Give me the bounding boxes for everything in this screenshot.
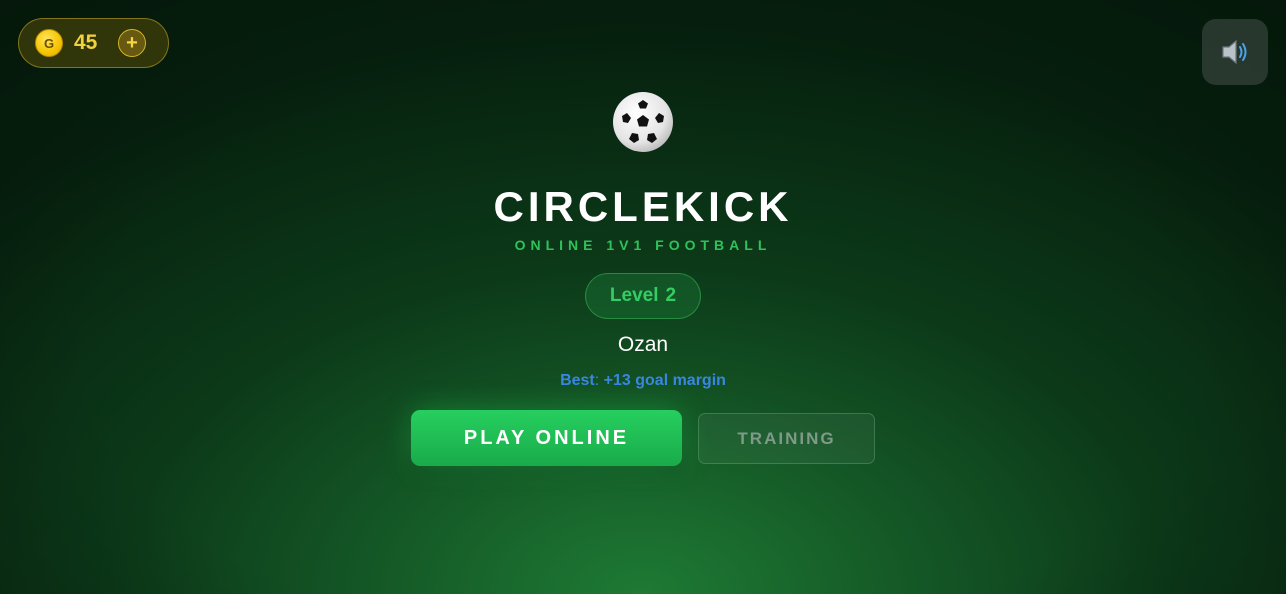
gold-coin-icon: G: [35, 29, 63, 57]
coin-symbol: G: [43, 35, 55, 51]
add-coins-button[interactable]: +: [118, 29, 146, 57]
best-separator: :: [594, 372, 600, 389]
coin-balance-pill: G 45 +: [18, 18, 169, 68]
soccer-ball-icon: [613, 92, 673, 152]
sound-toggle-button[interactable]: [1202, 19, 1268, 85]
level-label: Level: [609, 285, 659, 306]
plus-icon: +: [126, 32, 138, 54]
player-name: Ozan: [617, 333, 669, 356]
best-value: +13 goal margin: [603, 372, 726, 389]
best-score: Best: +13 goal margin: [0, 372, 1286, 390]
game-title: CIRCLEKICK: [493, 183, 793, 230]
best-label: Best: [560, 372, 595, 389]
level-value: 2: [665, 285, 677, 306]
training-button[interactable]: TRAINING: [698, 413, 875, 464]
coin-amount: 45: [74, 31, 98, 54]
speaker-icon: [1222, 39, 1247, 65]
play-online-button[interactable]: PLAY ONLINE: [411, 410, 682, 466]
level-badge: Level 2: [585, 273, 701, 319]
game-subtitle: ONLINE 1V1 FOOTBALL: [514, 237, 772, 253]
